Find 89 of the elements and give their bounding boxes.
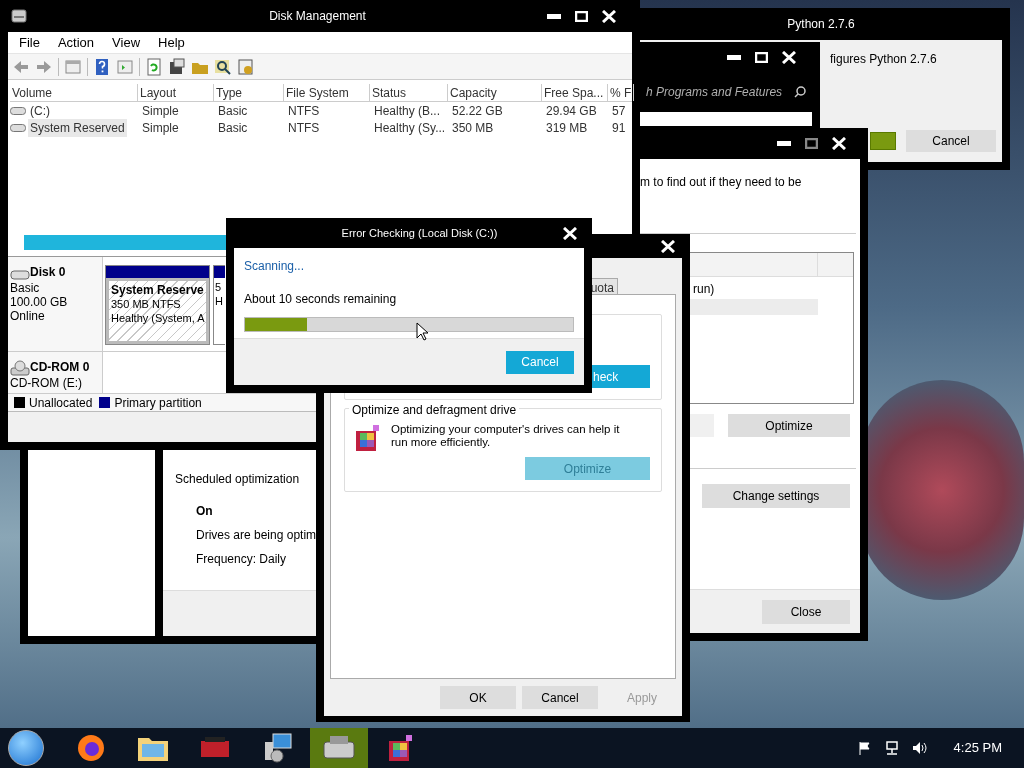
- network-icon[interactable]: [883, 741, 900, 755]
- cancel-button[interactable]: Cancel: [906, 130, 996, 152]
- disk-name[interactable]: Disk 0: [30, 263, 66, 281]
- close-icon[interactable]: [832, 137, 846, 150]
- table-cell-text: 52.22 GB: [451, 102, 504, 120]
- column-header[interactable]: Layout: [138, 84, 214, 101]
- table-cell-text: Basic: [217, 102, 249, 120]
- minimize-icon[interactable]: [727, 54, 741, 60]
- partition-name: System Reserve: [111, 283, 204, 297]
- menu-item[interactable]: File: [10, 32, 49, 53]
- table-cell-text: Simple: [141, 102, 180, 120]
- optimize-button[interactable]: Optimize: [728, 414, 850, 437]
- cd-drive-icon: [10, 360, 30, 376]
- partition-block[interactable]: 5 H: [213, 265, 225, 345]
- disk-info: Online: [10, 309, 46, 323]
- minimize-icon[interactable]: [547, 13, 561, 19]
- time-remaining: About 10 seconds remaining: [244, 291, 398, 308]
- properties-icon[interactable]: [168, 57, 186, 76]
- change-settings-button[interactable]: Change settings: [702, 484, 850, 508]
- magnifier-icon[interactable]: [214, 57, 232, 76]
- table-cell[interactable]: System Reserved: [28, 118, 127, 137]
- schedule-detail: Frequency: Daily: [196, 551, 288, 568]
- disk-info: Basic: [10, 281, 41, 295]
- partition-info: Healthy (System, A: [111, 311, 204, 325]
- group-description: Optimizing your computer's drives can help it run more efficiently.: [391, 423, 621, 450]
- menu-item[interactable]: Help: [149, 32, 194, 53]
- fox-globe-icon: [76, 733, 106, 763]
- flag-icon[interactable]: [857, 741, 872, 755]
- column-header[interactable]: Type: [214, 84, 284, 101]
- menu-item[interactable]: Action: [48, 32, 104, 53]
- drive-icon: [10, 106, 26, 115]
- legend-label: Unallocated: [29, 394, 93, 412]
- disk-name[interactable]: CD-ROM 0: [30, 358, 90, 376]
- table-cell-text: 91: [611, 119, 627, 137]
- table-cell-text: 350 MB: [451, 119, 495, 137]
- close-icon[interactable]: [563, 226, 577, 240]
- drive-icon: [10, 123, 26, 132]
- partition-info: H: [215, 294, 223, 308]
- mouse-pointer-icon: [416, 322, 428, 341]
- speaker-icon[interactable]: [911, 741, 928, 755]
- close-icon[interactable]: [661, 239, 675, 253]
- table-cell-text: 57: [611, 102, 627, 120]
- search-field[interactable]: h Programs and Features: [640, 72, 820, 112]
- maximize-icon[interactable]: [805, 138, 818, 149]
- list-row[interactable]: run): [690, 281, 853, 297]
- refresh-icon[interactable]: [145, 57, 163, 76]
- column-header[interactable]: Free Spa...: [542, 84, 608, 101]
- section-heading: Scheduled optimization: [175, 471, 301, 488]
- close-icon[interactable]: [602, 9, 616, 23]
- table-cell-text: 319 MB: [545, 119, 589, 137]
- start-button[interactable]: [8, 730, 44, 766]
- table-cell-text: 29.94 GB: [545, 102, 598, 120]
- status-text: Scanning...: [244, 258, 306, 275]
- legend-label: Primary partition: [114, 394, 202, 412]
- dialog-button[interactable]: OK: [440, 686, 516, 709]
- schedule-detail: Drives are being optim: [196, 527, 318, 544]
- column-header[interactable]: Status: [370, 84, 448, 101]
- window-title: Disk Management: [268, 8, 367, 25]
- installer-text: figures Python 2.7.6: [830, 51, 938, 68]
- partition-info: 350 MB NTFS: [111, 297, 182, 311]
- close-button[interactable]: Close: [762, 599, 850, 624]
- column-header[interactable]: Capacity: [448, 84, 542, 101]
- table-cell-text: Healthy (Sy...: [373, 119, 447, 137]
- disk-info: CD-ROM (E:): [10, 376, 83, 390]
- dialog-button[interactable]: Cancel: [522, 686, 598, 709]
- schedule-status: On: [196, 503, 214, 520]
- partition-info: 5: [215, 280, 223, 294]
- column-header[interactable]: File System: [284, 84, 370, 101]
- column-header[interactable]: Volume: [10, 84, 138, 101]
- table-cell-text: Basic: [217, 119, 249, 137]
- dialog-title: Error Checking (Local Disk (C:)): [340, 225, 499, 241]
- disk-drive-icon: [10, 7, 28, 25]
- clock[interactable]: 4:25 PM: [953, 738, 1002, 758]
- menu-item[interactable]: View: [103, 32, 150, 53]
- partition-block[interactable]: System Reserve 350 MB NTFS Healthy (System, A: [105, 265, 210, 345]
- table-cell-text: Healthy (B...: [373, 102, 442, 120]
- column-header[interactable]: % F: [608, 84, 634, 101]
- window-title: Python 2.7.6: [786, 16, 856, 33]
- description-text: m to find out if they need to be: [639, 174, 803, 191]
- partition-header-bar: [214, 266, 225, 278]
- close-icon[interactable]: [782, 50, 796, 64]
- disk-info: 100.00 GB: [10, 295, 69, 309]
- table-cell-text: Simple: [141, 119, 180, 137]
- drive-cleanup-icon: [322, 734, 356, 762]
- table-cell[interactable]: (C:): [28, 101, 52, 120]
- search-icon: [794, 86, 806, 98]
- table-cell-text: NTFS: [287, 102, 321, 120]
- table-cell-text: NTFS: [287, 119, 321, 137]
- help-icon[interactable]: [93, 57, 111, 76]
